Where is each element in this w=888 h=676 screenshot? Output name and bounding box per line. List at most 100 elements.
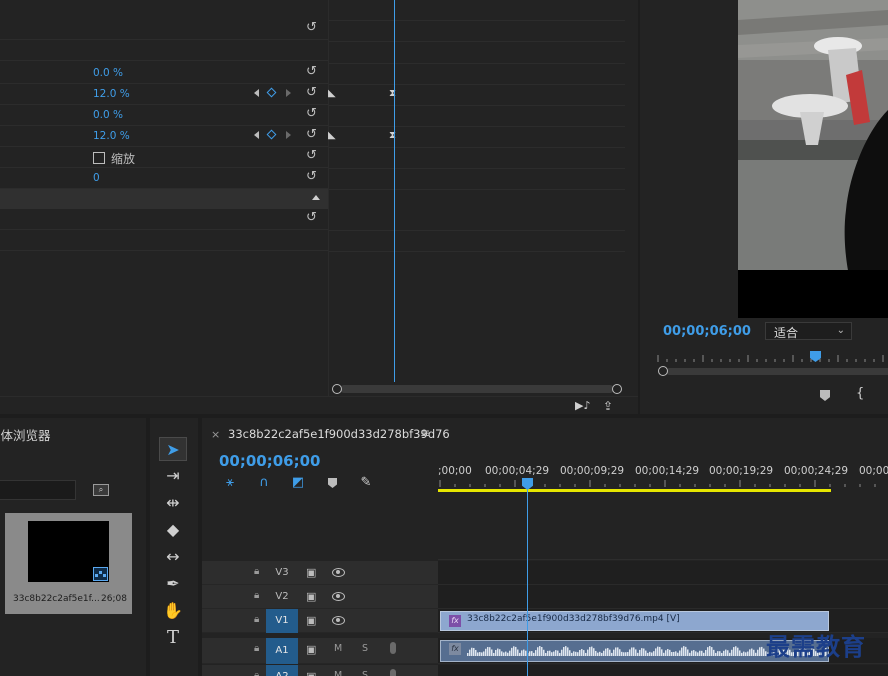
- prev-keyframe-icon[interactable]: [254, 89, 259, 97]
- track-name[interactable]: V2: [266, 585, 298, 609]
- reset-parameter-icon[interactable]: ↺: [306, 211, 320, 225]
- search-icon[interactable]: ⌕: [93, 484, 109, 496]
- eye-icon[interactable]: [332, 568, 345, 577]
- waveform-bar: [467, 653, 469, 656]
- fit-dropdown[interactable]: 适合 ⌄: [765, 322, 852, 340]
- mark-in-icon[interactable]: {: [856, 386, 864, 401]
- mute-button[interactable]: M: [334, 643, 342, 654]
- sequence-tab[interactable]: 33c8b22c2af5e1f900d33d278bf39d76: [228, 427, 450, 441]
- solo-button[interactable]: S: [362, 643, 368, 654]
- reset-parameter-icon[interactable]: ↺: [306, 170, 320, 184]
- track-lane-v2[interactable]: [438, 585, 888, 609]
- type-tool[interactable]: T: [159, 626, 187, 650]
- reset-parameter-icon[interactable]: ↺: [306, 65, 320, 79]
- zoom-handle-left[interactable]: [332, 384, 342, 394]
- sync-lock-icon[interactable]: ▣: [306, 591, 316, 602]
- waveform-bar: [709, 646, 711, 656]
- uniform-scale-checkbox[interactable]: [93, 152, 105, 164]
- media-item[interactable]: 33c8b22c2af5e1f... 26;08: [5, 513, 132, 614]
- sync-lock-icon[interactable]: ▣: [306, 615, 316, 626]
- reset-parameter-icon[interactable]: ↺: [306, 107, 320, 121]
- param-value[interactable]: 0: [93, 172, 100, 184]
- reset-parameter-icon[interactable]: ↺: [306, 149, 320, 163]
- waveform-bar: [735, 646, 737, 656]
- program-timecode[interactable]: 00;00;06;00: [663, 324, 751, 339]
- program-time-ruler[interactable]: [656, 350, 888, 366]
- next-keyframe-icon[interactable]: [286, 131, 291, 139]
- zoom-handle-left[interactable]: [658, 366, 668, 376]
- add-keyframe-icon[interactable]: [266, 87, 277, 98]
- zoom-handle-right[interactable]: [612, 384, 622, 394]
- effect-timeline[interactable]: [328, 0, 638, 396]
- lock-icon[interactable]: 🔒︎: [254, 644, 263, 654]
- effect-playhead[interactable]: [394, 0, 395, 382]
- snap-icon[interactable]: ∩: [256, 475, 272, 491]
- param-value[interactable]: 0.0 %: [93, 67, 123, 79]
- waveform-bar: [615, 647, 617, 656]
- track-name[interactable]: V1: [266, 609, 298, 633]
- effect-zoom-scrollbar[interactable]: [332, 383, 622, 395]
- add-keyframe-icon[interactable]: [266, 129, 277, 140]
- reset-parameter-icon[interactable]: ↺: [306, 21, 320, 35]
- sync-lock-icon[interactable]: ▣: [306, 567, 316, 578]
- wrench-icon[interactable]: ✎: [358, 475, 374, 491]
- lock-icon[interactable]: 🔒︎: [254, 615, 263, 625]
- eye-icon[interactable]: [332, 592, 345, 601]
- waveform-bar: [681, 647, 683, 656]
- waveform-bar: [691, 650, 693, 656]
- export-frame-icon[interactable]: ⇪: [603, 399, 613, 413]
- param-value[interactable]: 0.0 %: [93, 109, 123, 121]
- collapse-up-icon[interactable]: [312, 195, 320, 200]
- waveform-bar: [509, 650, 511, 656]
- selection-tool[interactable]: ➤: [159, 437, 187, 461]
- reset-parameter-icon[interactable]: ↺: [306, 86, 320, 100]
- lock-icon[interactable]: 🔒︎: [254, 671, 263, 676]
- razor-tool[interactable]: ◆: [159, 518, 187, 542]
- track-name[interactable]: A2: [266, 665, 298, 676]
- param-value[interactable]: 12.0 %: [93, 88, 130, 100]
- keyframe-navigator[interactable]: [254, 87, 294, 100]
- ripple-edit-tool[interactable]: ⇹: [159, 491, 187, 515]
- panel-menu-icon[interactable]: ≡: [420, 426, 430, 440]
- keyframe-start-icon[interactable]: ◣: [328, 131, 336, 141]
- waveform-bar: [551, 652, 553, 656]
- sync-lock-icon[interactable]: ▣: [306, 671, 316, 676]
- lock-icon[interactable]: 🔒︎: [254, 591, 263, 601]
- play-audio-icon[interactable]: ▶♪: [575, 399, 590, 412]
- solo-button[interactable]: S: [362, 670, 368, 676]
- prev-keyframe-icon[interactable]: [254, 131, 259, 139]
- track-lane-v3[interactable]: [438, 561, 888, 585]
- lock-icon[interactable]: 🔒︎: [254, 567, 263, 577]
- pen-tool[interactable]: ✒: [159, 572, 187, 596]
- track-lane-a2[interactable]: [438, 665, 888, 676]
- waveform-bar: [545, 652, 547, 656]
- track-name[interactable]: A1: [266, 638, 298, 664]
- eye-icon[interactable]: [332, 616, 345, 625]
- next-keyframe-icon[interactable]: [286, 89, 291, 97]
- mute-button[interactable]: M: [334, 670, 342, 676]
- nest-sequence-icon[interactable]: ⚹: [222, 475, 238, 491]
- timeline-timecode[interactable]: 00;00;06;00: [219, 452, 321, 470]
- linked-selection-icon[interactable]: ◩: [290, 475, 306, 491]
- microphone-icon[interactable]: [390, 669, 396, 676]
- keyframe-start-icon[interactable]: ◣: [328, 89, 336, 99]
- timeline-playhead[interactable]: [527, 490, 528, 676]
- hand-tool[interactable]: ✋: [159, 599, 187, 623]
- waveform-bar: [683, 646, 685, 656]
- media-search-input[interactable]: [0, 480, 76, 500]
- waveform-bar: [577, 652, 579, 656]
- waveform-bar: [495, 649, 497, 656]
- param-value[interactable]: 12.0 %: [93, 130, 130, 142]
- reset-parameter-icon[interactable]: ↺: [306, 128, 320, 142]
- program-zoom-scrollbar[interactable]: [658, 366, 888, 378]
- waveform-bar: [547, 650, 549, 656]
- close-icon[interactable]: ×: [211, 428, 220, 441]
- keyframe-navigator[interactable]: [254, 129, 294, 142]
- track-name[interactable]: V3: [266, 561, 298, 585]
- slip-tool[interactable]: ↔: [159, 545, 187, 569]
- effect-section-header[interactable]: [0, 189, 328, 209]
- sync-lock-icon[interactable]: ▣: [306, 644, 316, 655]
- track-select-tool[interactable]: ⇥: [159, 464, 187, 488]
- microphone-icon[interactable]: [390, 642, 396, 654]
- media-browser-title[interactable]: 媒体浏览器: [0, 425, 51, 444]
